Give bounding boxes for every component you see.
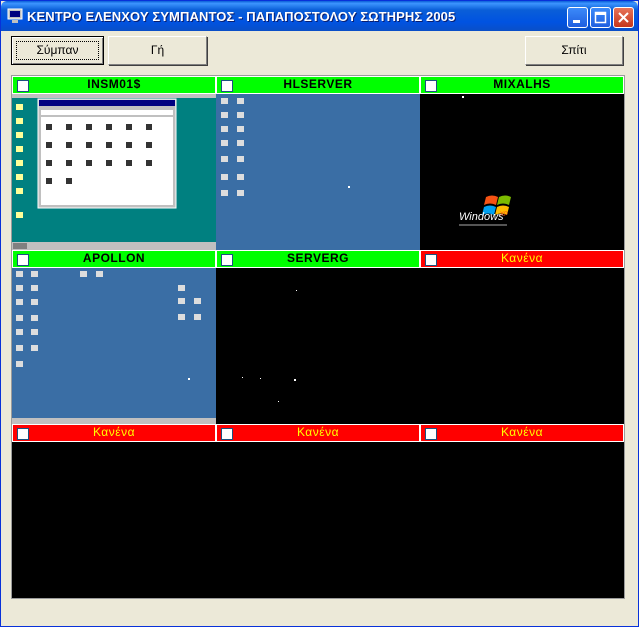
minimize-button[interactable] xyxy=(567,7,588,28)
monitor-screen-row3 xyxy=(12,442,624,598)
title-bar[interactable]: ΚΕΝΤΡΟ ΕΛΕΝΧΟΥ ΣΥΜΠΑΝΤΟΣ - ΠΑΠΑΠΟΣΤΟΛΟΥ … xyxy=(1,1,638,31)
monitor-checkbox[interactable] xyxy=(425,428,437,440)
close-button[interactable] xyxy=(613,7,634,28)
home-button[interactable]: Σπίτι xyxy=(525,36,623,65)
xp-logo-edition: XP xyxy=(500,212,508,218)
monitor-name: APOLLON xyxy=(82,251,146,265)
window-title: ΚΕΝΤΡΟ ΕΛΕΝΧΟΥ ΣΥΜΠΑΝΤΟΣ - ΠΑΠΑΠΟΣΤΟΛΟΥ … xyxy=(27,9,456,24)
monitor-name: Κανένα xyxy=(92,425,136,439)
monitor-name: Κανένα xyxy=(296,425,340,439)
close-icon xyxy=(618,12,629,23)
monitor-name: Κανένα xyxy=(500,425,544,439)
app-monitor-icon xyxy=(7,8,23,23)
monitor-screen-insm01[interactable] xyxy=(12,94,216,250)
monitor-checkbox[interactable] xyxy=(17,254,29,266)
monitor-screen-mixalhs[interactable]: Windows XP xyxy=(420,94,624,250)
windows-xp-logo: Windows XP xyxy=(459,96,511,226)
home-button-label: Σπίτι xyxy=(561,43,587,57)
monitor-label-empty[interactable]: Κανένα xyxy=(420,250,624,268)
monitor-checkbox[interactable] xyxy=(17,80,29,92)
monitor-checkbox[interactable] xyxy=(425,80,437,92)
status-area xyxy=(4,602,635,623)
universe-button-label: Σύμπαν xyxy=(36,43,79,57)
monitor-label-empty[interactable]: Κανένα xyxy=(12,424,216,442)
screensaver-preview xyxy=(242,290,297,402)
monitor-screen-apollon[interactable] xyxy=(12,268,216,424)
remote-desktop-preview xyxy=(221,98,350,196)
earth-button[interactable]: Γή xyxy=(108,36,207,65)
monitor-label-serverg[interactable]: SERVERG xyxy=(216,250,420,268)
monitor-checkbox[interactable] xyxy=(17,428,29,440)
universe-button[interactable]: Σύμπαν xyxy=(11,36,104,65)
xp-logo-brand: Windows xyxy=(459,211,504,223)
monitor-screen-serverg[interactable] xyxy=(216,268,420,424)
monitor-name: INSM01$ xyxy=(87,77,141,91)
monitor-label-mixalhs[interactable]: MIXALHS xyxy=(420,76,624,94)
monitor-label-empty[interactable]: Κανένα xyxy=(216,424,420,442)
remote-desktop-preview xyxy=(12,94,216,250)
monitor-name: MIXALHS xyxy=(493,77,551,91)
monitor-checkbox[interactable] xyxy=(221,428,233,440)
monitor-name: SERVERG xyxy=(287,251,349,265)
main-window: ΚΕΝΤΡΟ ΕΛΕΝΧΟΥ ΣΥΜΠΑΝΤΟΣ - ΠΑΠΑΠΟΣΤΟΛΟΥ … xyxy=(0,0,639,627)
maximize-button[interactable] xyxy=(590,7,611,28)
monitor-checkbox[interactable] xyxy=(221,80,233,92)
monitor-checkbox[interactable] xyxy=(221,254,233,266)
remote-desktop-preview xyxy=(12,271,216,424)
monitor-label-apollon[interactable]: APOLLON xyxy=(12,250,216,268)
monitor-name: Κανένα xyxy=(500,251,544,265)
monitor-label-empty[interactable]: Κανένα xyxy=(420,424,624,442)
monitor-screen-hlserver[interactable] xyxy=(216,94,420,250)
client-area: Σύμπαν Γή Σπίτι INSM01$ HLSERVER MIXALHS xyxy=(4,31,635,623)
monitor-checkbox[interactable] xyxy=(425,254,437,266)
earth-button-label: Γή xyxy=(150,43,165,57)
monitor-name: HLSERVER xyxy=(283,77,353,91)
maximize-icon xyxy=(594,11,607,24)
monitor-grid: INSM01$ HLSERVER MIXALHS Windows XP APOL… xyxy=(11,75,625,599)
monitor-label-hlserver[interactable]: HLSERVER xyxy=(216,76,420,94)
monitor-label-insm01[interactable]: INSM01$ xyxy=(12,76,216,94)
monitor-screen-empty xyxy=(420,268,624,424)
minimize-icon xyxy=(573,20,580,23)
